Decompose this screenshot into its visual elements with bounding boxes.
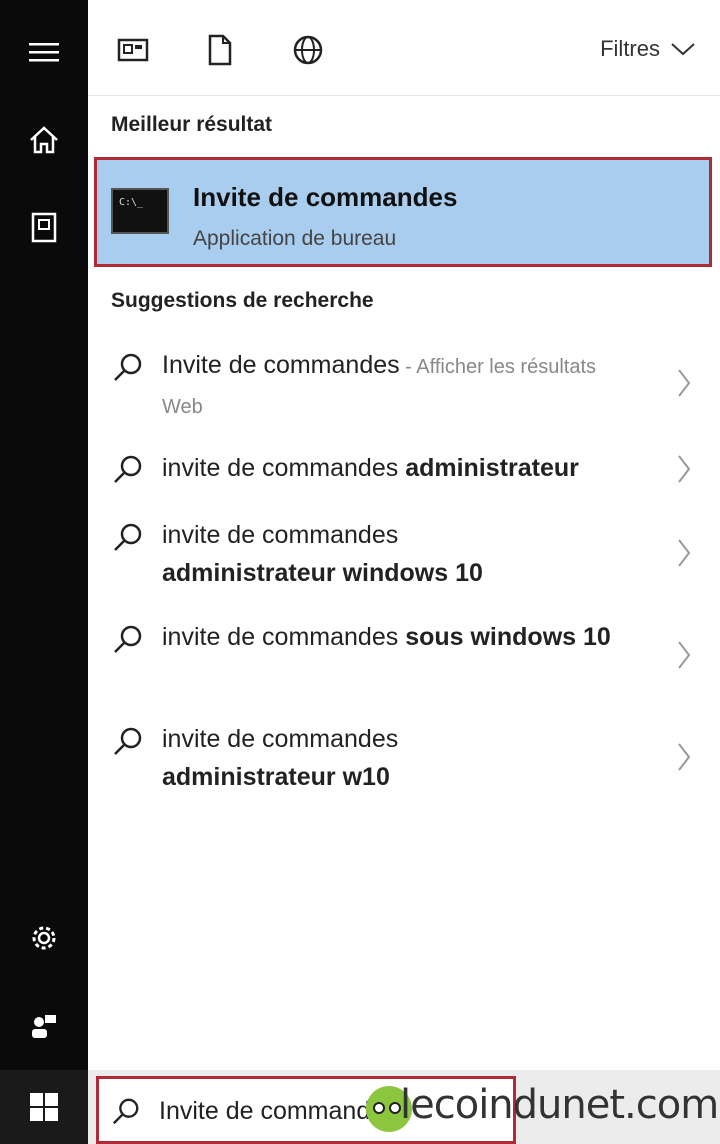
notebook-icon	[31, 212, 57, 243]
left-rail	[0, 0, 88, 1144]
filters-label: Filtres	[600, 36, 660, 61]
best-match-result[interactable]: C:\_ Invite de commandes Application de …	[94, 157, 712, 267]
apps-icon	[117, 38, 149, 62]
suggestion-item[interactable]: invite de commandes administrateur windo…	[88, 518, 720, 602]
filter-toolbar: Filtres	[88, 0, 720, 96]
watermark-text: lecoindunet.com	[400, 1082, 719, 1128]
suggestion-bold-text: sous windows 10	[405, 623, 611, 651]
feedback-icon	[32, 1015, 56, 1038]
web-icon	[293, 35, 323, 65]
web-filter-button[interactable]	[288, 30, 328, 70]
hamburger-menu-button[interactable]	[0, 12, 88, 92]
search-icon	[114, 625, 142, 653]
chevron-right-icon	[678, 539, 691, 567]
notebook-button[interactable]	[0, 188, 88, 268]
chevron-right-icon	[678, 369, 691, 397]
suggestion-bold-text: administrateur	[405, 454, 579, 482]
suggestion-item[interactable]: invite de commandes sous windows 10	[88, 620, 720, 704]
search-icon	[112, 1098, 139, 1125]
chevron-right-icon	[678, 455, 691, 483]
suggestion-item[interactable]: invite de commandes administrateur	[88, 450, 720, 500]
chevron-down-icon	[671, 43, 695, 56]
gear-icon	[32, 926, 56, 950]
windows-logo-icon	[30, 1093, 58, 1121]
search-icon	[114, 455, 142, 483]
apps-filter-button[interactable]	[113, 30, 153, 70]
filters-dropdown[interactable]: Filtres	[600, 36, 696, 62]
settings-button[interactable]	[0, 898, 88, 978]
command-prompt-icon: C:\_	[111, 188, 169, 234]
suggestion-bold-text: administrateur windows 10	[162, 559, 483, 587]
documents-filter-button[interactable]	[200, 30, 240, 70]
hamburger-icon	[29, 43, 59, 62]
feedback-button[interactable]	[0, 986, 88, 1066]
search-results-panel: Filtres Meilleur résultat C:\_ Invite de…	[88, 0, 720, 1070]
suggestion-item[interactable]: invite de commandes administrateur w10	[88, 722, 720, 806]
best-match-heading: Meilleur résultat	[111, 113, 273, 136]
suggestion-bold-text: administrateur w10	[162, 763, 390, 791]
search-icon	[114, 353, 142, 381]
chevron-right-icon	[678, 641, 691, 669]
chevron-right-icon	[678, 743, 691, 771]
home-button[interactable]	[0, 100, 88, 180]
suggestion-text: Invite de commandes	[162, 351, 400, 379]
search-icon	[114, 523, 142, 551]
suggestion-text: invite de commandes	[162, 623, 406, 651]
best-match-subtitle: Application de bureau	[193, 227, 397, 250]
suggestion-text: invite de commandes	[162, 725, 399, 753]
suggestion-item[interactable]: Invite de commandes - Afficher les résul…	[88, 348, 720, 432]
start-button[interactable]	[0, 1070, 88, 1144]
search-icon	[114, 727, 142, 755]
suggestion-text: invite de commandes	[162, 521, 399, 549]
best-match-title: Invite de commandes	[193, 182, 458, 212]
home-icon	[30, 126, 58, 154]
suggestions-heading: Suggestions de recherche	[111, 289, 374, 312]
suggestion-text: invite de commandes	[162, 454, 406, 482]
document-icon	[208, 34, 232, 66]
